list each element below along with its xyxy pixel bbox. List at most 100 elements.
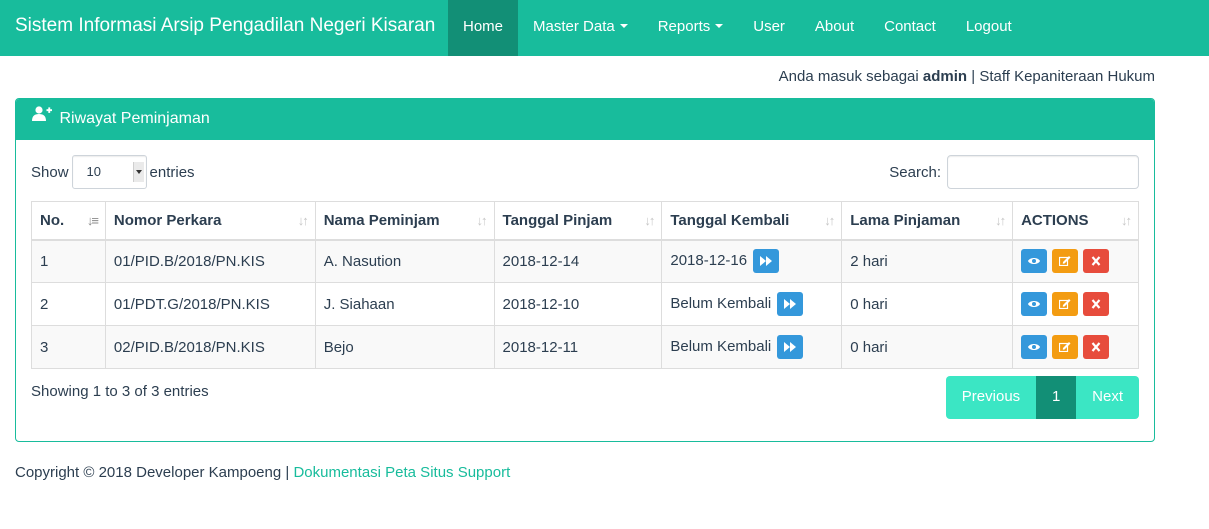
- login-prefix: Anda masuk sebagai: [778, 68, 919, 85]
- cell-actions: [1012, 239, 1139, 283]
- entries-label: entries: [149, 163, 195, 181]
- sort-both-icon: ↓↑: [297, 213, 309, 228]
- sort-both-icon: ↓↑: [476, 213, 488, 228]
- footer-copyright: Copyright © 2018 Developer Kampoeng |: [15, 464, 290, 481]
- login-role: Staff Kepaniteraan Hukum: [979, 68, 1155, 85]
- return-button[interactable]: [777, 335, 804, 359]
- edit-button[interactable]: [1052, 249, 1079, 274]
- cell-tanggal-kembali: Belum Kembali: [661, 325, 843, 369]
- nav-logout[interactable]: Logout: [951, 0, 1027, 56]
- table-header-row: No. ↓≡ Nomor Perkara ↓↑ Nama Peminjam ↓↑ Ta…: [31, 201, 1139, 241]
- nav-master-data-label: Master Data: [533, 18, 615, 35]
- delete-button[interactable]: [1083, 335, 1110, 359]
- col-header-nama-peminjam[interactable]: Nama Peminjam ↓↑: [314, 201, 495, 241]
- cell-nomor-perkara: 01/PID.B/2018/PN.KIS: [104, 239, 316, 283]
- view-button[interactable]: [1021, 249, 1048, 274]
- entries-select-value: 10: [86, 164, 101, 179]
- cell-tanggal-pinjam: 2018-12-11: [493, 325, 663, 369]
- cell-no: 2: [31, 282, 106, 326]
- cell-lama-pinjaman: 2 hari: [841, 239, 1014, 283]
- close-icon: [1092, 342, 1101, 352]
- tanggal-kembali-value: 2018-12-16: [670, 252, 748, 270]
- cell-nomor-perkara: 01/PDT.G/2018/PN.KIS: [104, 282, 316, 326]
- eye-icon: [1028, 301, 1041, 307]
- nav-master-data[interactable]: Master Data: [518, 0, 643, 56]
- col-header-actions[interactable]: ACTIONS ↓↑: [1012, 201, 1139, 241]
- view-button[interactable]: [1021, 335, 1048, 359]
- navbar: Sistem Informasi Arsip Pengadilan Negeri…: [0, 0, 1209, 56]
- col-header-label: Tanggal Pinjam: [502, 211, 613, 229]
- select-arrow-icon: [132, 162, 144, 182]
- col-header-label: Nomor Perkara: [113, 211, 222, 229]
- table-row: 3 02/PID.B/2018/PN.KIS Bejo 2018-12-11 B…: [31, 325, 1139, 369]
- search-input[interactable]: [947, 155, 1139, 189]
- show-label: Show: [31, 163, 69, 181]
- col-header-label: Lama Pinjaman: [850, 211, 961, 229]
- history-table: No. ↓≡ Nomor Perkara ↓↑ Nama Peminjam ↓↑ Ta…: [31, 201, 1139, 369]
- nav-contact[interactable]: Contact: [869, 0, 951, 56]
- login-info: Anda masuk sebagai admin | Staff Kepanit…: [779, 68, 1155, 85]
- user-plus-icon: [32, 97, 52, 137]
- delete-button[interactable]: [1083, 292, 1110, 316]
- col-header-no[interactable]: No. ↓≡: [31, 201, 106, 241]
- cell-lama-pinjaman: 0 hari: [841, 325, 1014, 369]
- footer: Copyright © 2018 Developer Kampoeng | Do…: [15, 464, 510, 481]
- cell-tanggal-kembali: Belum Kembali: [661, 282, 843, 326]
- cell-actions: [1012, 325, 1139, 369]
- col-header-nomor-perkara[interactable]: Nomor Perkara ↓↑: [104, 201, 316, 241]
- brand-title[interactable]: Sistem Informasi Arsip Pengadilan Negeri…: [15, 0, 435, 56]
- view-button[interactable]: [1021, 292, 1048, 316]
- edit-button[interactable]: [1052, 292, 1079, 316]
- table-info: Showing 1 to 3 of 3 entries: [31, 383, 209, 400]
- cell-nama-peminjam: Bejo: [314, 325, 495, 369]
- nav-about[interactable]: About: [800, 0, 869, 56]
- eye-icon: [1028, 344, 1041, 350]
- edit-icon: [1059, 256, 1071, 267]
- nav-home[interactable]: Home: [448, 0, 519, 56]
- fast-forward-icon: [760, 256, 773, 267]
- col-header-tanggal-pinjam[interactable]: Tanggal Pinjam ↓↑: [493, 201, 663, 241]
- cell-tanggal-kembali: 2018-12-16: [661, 239, 843, 283]
- next-page-button[interactable]: Next: [1076, 376, 1139, 419]
- return-button[interactable]: [753, 249, 780, 274]
- fast-forward-icon: [784, 299, 797, 309]
- eye-icon: [1028, 258, 1041, 265]
- cell-nomor-perkara: 02/PID.B/2018/PN.KIS: [104, 325, 316, 369]
- fast-forward-icon: [784, 342, 797, 352]
- cell-no: 3: [31, 325, 106, 369]
- search-label: Search:: [889, 163, 941, 181]
- edit-icon: [1059, 342, 1071, 352]
- sort-both-icon: ↓↑: [824, 213, 835, 228]
- col-header-lama-pinjaman[interactable]: Lama Pinjaman ↓↑: [841, 201, 1014, 241]
- entries-length-control: Show 10 entries: [31, 155, 195, 189]
- tanggal-kembali-value: Belum Kembali: [670, 337, 772, 355]
- cell-no: 1: [31, 239, 106, 283]
- cell-lama-pinjaman: 0 hari: [841, 282, 1014, 326]
- col-header-label: ACTIONS: [1021, 211, 1089, 229]
- col-header-label: No.: [40, 211, 65, 229]
- tanggal-kembali-value: Belum Kembali: [670, 294, 772, 312]
- table-row: 1 01/PID.B/2018/PN.KIS A. Nasution 2018-…: [31, 239, 1139, 283]
- edit-button[interactable]: [1052, 335, 1079, 359]
- sort-both-icon: ↓↑: [1121, 213, 1132, 228]
- col-header-label: Nama Peminjam: [323, 211, 440, 229]
- col-header-tanggal-kembali[interactable]: Tanggal Kembali ↓↑: [661, 201, 843, 241]
- close-icon: [1092, 256, 1101, 266]
- entries-select[interactable]: 10: [71, 155, 147, 189]
- sort-both-icon: ↓↑: [644, 213, 655, 228]
- search-control: Search:: [889, 155, 1139, 189]
- cell-nama-peminjam: J. Siahaan: [314, 282, 495, 326]
- sort-both-icon: ↓↑: [995, 213, 1006, 228]
- cell-tanggal-pinjam: 2018-12-14: [493, 239, 663, 283]
- return-button[interactable]: [777, 292, 804, 316]
- edit-icon: [1059, 299, 1071, 309]
- nav-reports[interactable]: Reports: [643, 0, 739, 56]
- previous-page-button[interactable]: Previous: [945, 376, 1037, 419]
- nav-user[interactable]: User: [738, 0, 800, 56]
- footer-links[interactable]: Dokumentasi Peta Situs Support: [293, 464, 510, 481]
- close-icon: [1092, 299, 1101, 309]
- sort-asc-icon: ↓≡: [86, 213, 99, 228]
- page-1-button[interactable]: 1: [1036, 376, 1077, 419]
- main-nav: Home Master Data Reports User About Cont…: [448, 0, 1027, 56]
- delete-button[interactable]: [1083, 249, 1110, 274]
